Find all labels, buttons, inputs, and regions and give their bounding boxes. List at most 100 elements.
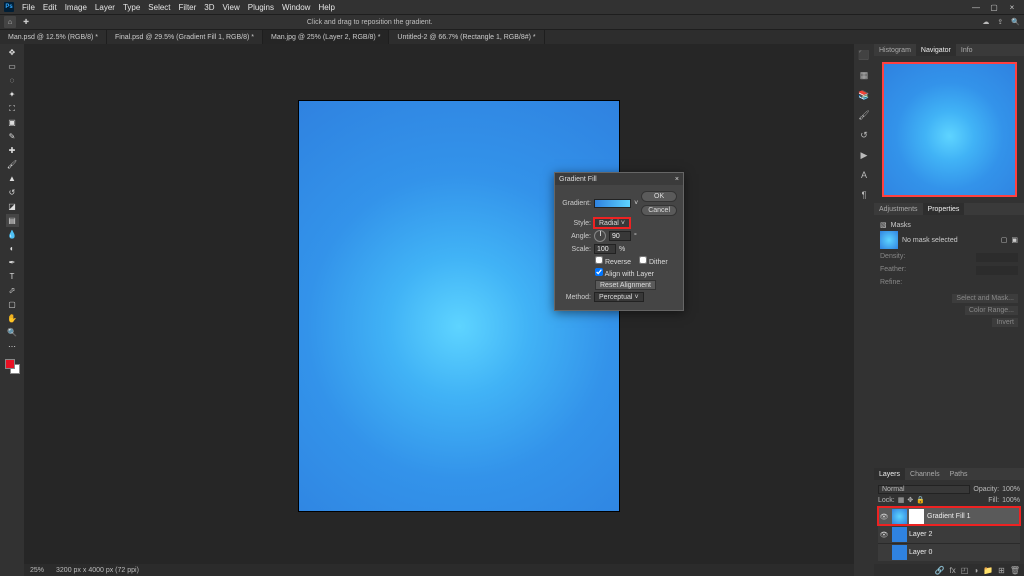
more-tools-icon[interactable]: ⋯ <box>6 340 19 353</box>
shape-tool-icon[interactable]: ▢ <box>6 298 19 311</box>
frame-tool-icon[interactable]: ▣ <box>6 116 19 129</box>
status-zoom[interactable]: 25% <box>30 567 44 574</box>
reset-alignment-button[interactable]: Reset Alignment <box>595 280 656 290</box>
tab-info[interactable]: Info <box>956 44 978 56</box>
layer-name[interactable]: Gradient Fill 1 <box>927 513 1020 520</box>
move-tool-icon[interactable]: ✥ <box>6 46 19 59</box>
vector-mask-icon[interactable]: ▣ <box>1011 236 1018 244</box>
menu-layer[interactable]: Layer <box>91 3 119 12</box>
reverse-checkbox[interactable]: Reverse <box>595 256 631 266</box>
stamp-tool-icon[interactable]: ▲ <box>6 172 19 185</box>
scale-input[interactable]: 100 <box>594 244 616 254</box>
eyedropper-tool-icon[interactable]: ✎ <box>6 130 19 143</box>
menu-window[interactable]: Window <box>278 3 314 12</box>
menu-3d[interactable]: 3D <box>200 3 218 12</box>
blend-mode-dropdown[interactable]: Normal <box>878 485 970 494</box>
window-maximize-icon[interactable]: ▢ <box>986 2 1002 12</box>
trash-icon[interactable]: 🗑 <box>1010 566 1020 575</box>
eraser-tool-icon[interactable]: ◪ <box>6 200 19 213</box>
color-swatches[interactable] <box>5 359 20 374</box>
menu-plugins[interactable]: Plugins <box>244 3 278 12</box>
ok-button[interactable]: OK <box>641 191 677 202</box>
tab-properties[interactable]: Properties <box>923 203 965 215</box>
lasso-tool-icon[interactable]: ◌ <box>6 74 19 87</box>
pixel-mask-icon[interactable]: ▢ <box>1001 236 1008 244</box>
gradient-picker[interactable] <box>594 199 631 208</box>
tab-channels[interactable]: Channels <box>905 468 945 480</box>
para-panel-icon[interactable]: ¶ <box>857 188 871 202</box>
doc-tab-1[interactable]: Final.psd @ 29.5% (Gradient Fill 1, RGB/… <box>107 30 263 44</box>
layer-name[interactable]: Layer 0 <box>909 549 1020 556</box>
new-doc-button[interactable]: ✚ <box>20 16 32 28</box>
dither-checkbox[interactable]: Dither <box>639 256 668 266</box>
mask-icon[interactable]: ◰ <box>961 566 969 575</box>
layer-mask-thumb[interactable] <box>909 509 924 524</box>
brush-tool-icon[interactable]: 🖌 <box>6 158 19 171</box>
doc-tab-3[interactable]: Untitled-2 @ 66.7% (Rectangle 1, RGB/8#)… <box>389 30 544 44</box>
mask-thumb[interactable] <box>880 231 898 249</box>
gradient-chevron-icon[interactable]: ˅ <box>634 200 638 207</box>
libraries-panel-icon[interactable]: 📚 <box>857 88 871 102</box>
dodge-tool-icon[interactable]: ◐ <box>6 242 19 255</box>
cancel-button[interactable]: Cancel <box>641 205 677 216</box>
menu-select[interactable]: Select <box>144 3 174 12</box>
swatches-panel-icon[interactable]: ▦ <box>857 68 871 82</box>
heal-tool-icon[interactable]: ✚ <box>6 144 19 157</box>
wand-tool-icon[interactable]: ✦ <box>6 88 19 101</box>
navigator-thumb[interactable] <box>882 62 1017 197</box>
canvas-area[interactable]: Gradient Fill × Gradient: ˅ OK Cancel St… <box>24 44 854 576</box>
layer-row-2[interactable]: Layer 0 <box>878 543 1020 561</box>
menu-filter[interactable]: Filter <box>175 3 201 12</box>
visibility-icon[interactable]: 👁 <box>878 531 890 539</box>
layer-thumb[interactable] <box>892 545 907 560</box>
history-panel-icon[interactable]: ↺ <box>857 128 871 142</box>
opacity-value[interactable]: 100% <box>1002 486 1020 493</box>
doc-tab-0[interactable]: Man.psd @ 12.5% (RGB/8) * <box>0 30 107 44</box>
style-dropdown[interactable]: Radial˅ <box>594 218 630 228</box>
history-brush-icon[interactable]: ↺ <box>6 186 19 199</box>
dialog-close-icon[interactable]: × <box>675 176 679 183</box>
crop-tool-icon[interactable]: ⛶ <box>6 102 19 115</box>
brushes-panel-icon[interactable]: 🖌 <box>857 108 871 122</box>
path-tool-icon[interactable]: ⬀ <box>6 284 19 297</box>
new-layer-icon[interactable]: ⊞ <box>998 566 1005 575</box>
zoom-tool-icon[interactable]: 🔍 <box>6 326 19 339</box>
lock-all-icon[interactable]: 🔒 <box>916 496 925 504</box>
window-minimize-icon[interactable]: — <box>968 2 984 12</box>
link-layers-icon[interactable]: 🔗 <box>935 566 945 575</box>
menu-image[interactable]: Image <box>61 3 91 12</box>
type-tool-icon[interactable]: T <box>6 270 19 283</box>
blur-tool-icon[interactable]: 💧 <box>6 228 19 241</box>
layer-thumb[interactable] <box>892 509 907 524</box>
menu-edit[interactable]: Edit <box>39 3 61 12</box>
layer-row-1[interactable]: 👁 Layer 2 <box>878 525 1020 543</box>
adjustment-icon[interactable]: ◑ <box>973 566 978 575</box>
window-close-icon[interactable]: × <box>1004 2 1020 12</box>
visibility-icon[interactable]: 👁 <box>878 513 890 521</box>
angle-dial[interactable] <box>594 230 606 242</box>
group-icon[interactable]: 📁 <box>983 566 993 575</box>
fill-value[interactable]: 100% <box>1002 497 1020 504</box>
menu-type[interactable]: Type <box>119 3 144 12</box>
menu-file[interactable]: File <box>18 3 39 12</box>
angle-input[interactable]: 90 <box>609 231 631 241</box>
align-checkbox[interactable]: Align with Layer <box>595 268 654 278</box>
method-dropdown[interactable]: Perceptual˅ <box>594 292 644 302</box>
lock-position-icon[interactable]: ✥ <box>907 496 913 504</box>
cloud-icon[interactable]: ☁ <box>982 18 989 26</box>
tab-adjustments[interactable]: Adjustments <box>874 203 923 215</box>
search-icon[interactable]: 🔍 <box>1011 18 1020 26</box>
char-panel-icon[interactable]: A <box>857 168 871 182</box>
tab-paths[interactable]: Paths <box>945 468 973 480</box>
hand-tool-icon[interactable]: ✋ <box>6 312 19 325</box>
gradient-tool-icon[interactable]: ▤ <box>6 214 19 227</box>
marquee-tool-icon[interactable]: ▭ <box>6 60 19 73</box>
layer-row-0[interactable]: 👁 Gradient Fill 1 <box>878 507 1020 525</box>
layer-thumb[interactable] <box>892 527 907 542</box>
navigator-panel[interactable] <box>874 56 1024 203</box>
fx-icon[interactable]: fx <box>950 566 956 575</box>
menu-view[interactable]: View <box>219 3 244 12</box>
foreground-swatch[interactable] <box>5 359 15 369</box>
actions-panel-icon[interactable]: ▶ <box>857 148 871 162</box>
color-panel-icon[interactable]: ⬛ <box>857 48 871 62</box>
